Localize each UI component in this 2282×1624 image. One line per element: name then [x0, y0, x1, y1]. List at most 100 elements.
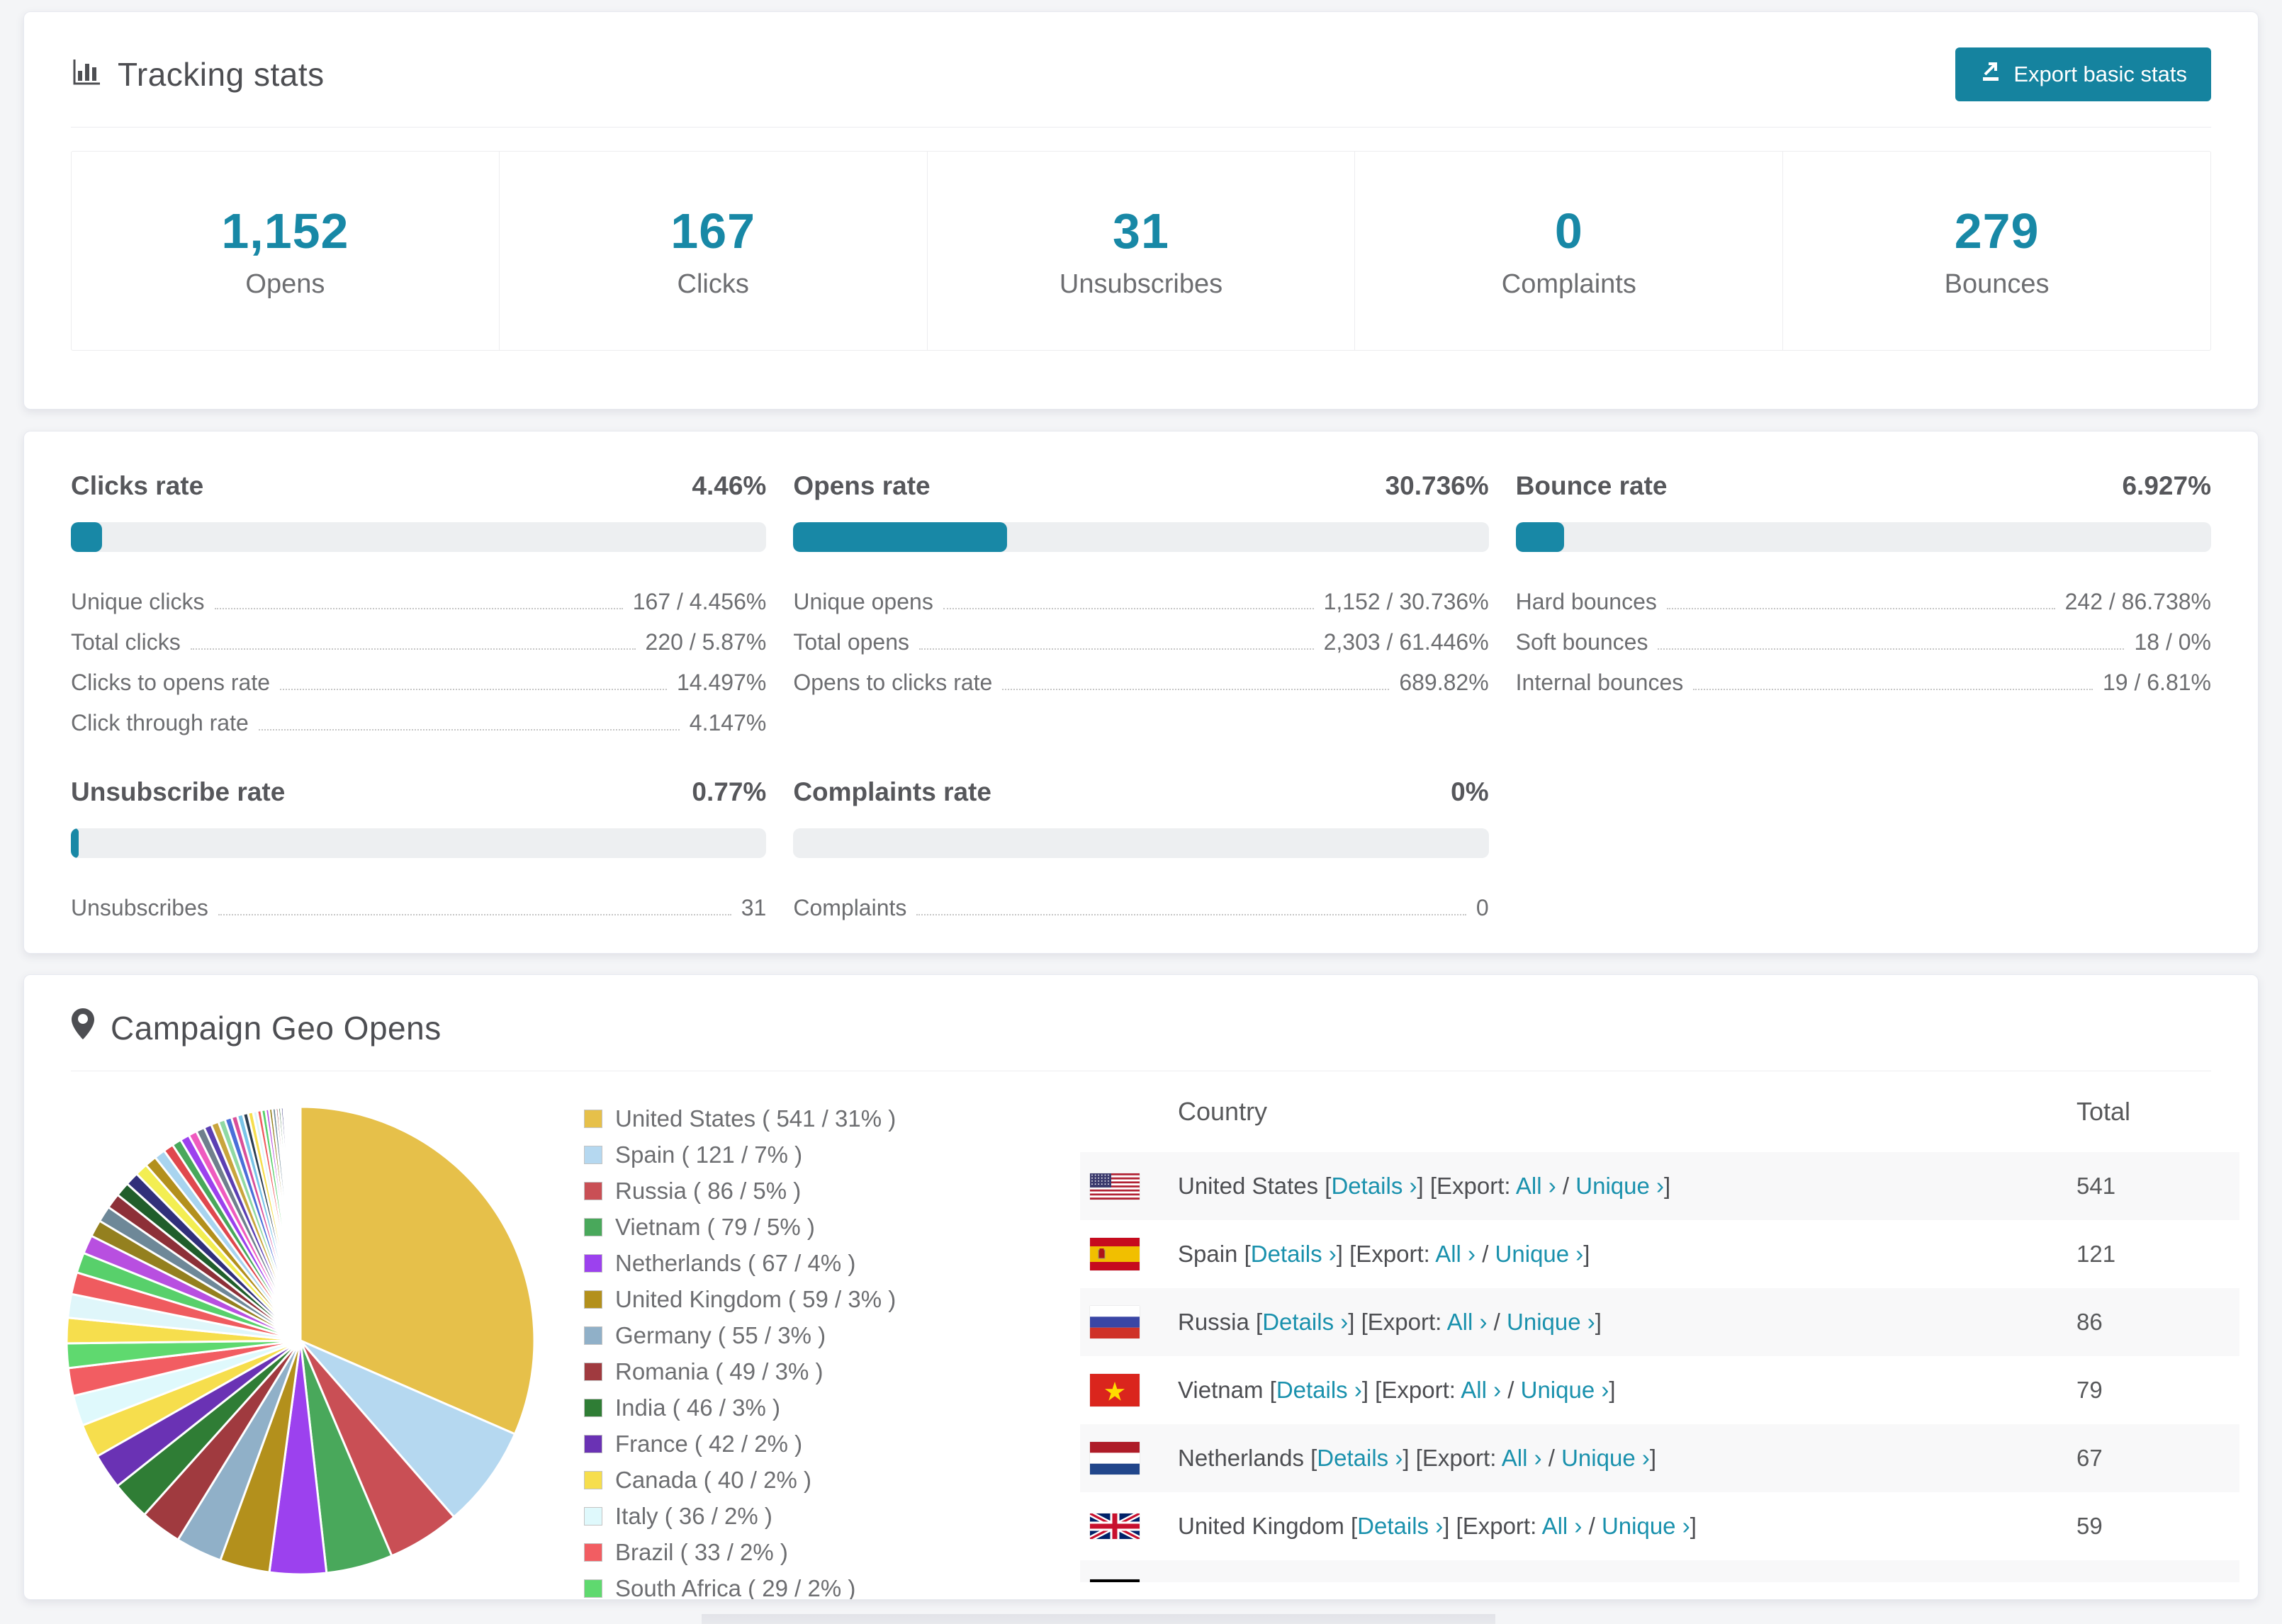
- legend-label: Netherlands ( 67 / 4% ): [615, 1250, 856, 1276]
- stat-label: Opens: [245, 269, 325, 299]
- legend-item-brazil: Brazil ( 33 / 2% ): [584, 1539, 1080, 1566]
- tracking-stats-title-text: Tracking stats: [118, 56, 325, 93]
- details-link[interactable]: Details ›: [1262, 1309, 1348, 1335]
- legend-item-united-states: United States ( 541 / 31% ): [584, 1105, 1080, 1132]
- country-name: United Kingdom: [1178, 1513, 1344, 1539]
- stat-cell-bounces: 279 Bounces: [1783, 152, 2210, 350]
- stat-value: 167: [670, 203, 756, 259]
- details-link[interactable]: Details ›: [1317, 1445, 1403, 1471]
- punctuation: [: [1379, 1581, 1392, 1582]
- legend-item-romania: Romania ( 49 / 3% ): [584, 1358, 1080, 1385]
- map-pin-icon: [71, 1008, 95, 1048]
- details-link[interactable]: Details ›: [1357, 1513, 1443, 1539]
- punctuation: [: [1263, 1377, 1276, 1403]
- export-unique-link[interactable]: Unique ›: [1561, 1445, 1650, 1471]
- rate-title: Complaints rate: [793, 777, 991, 806]
- geo-pie-legend: United States ( 541 / 31% ) Spain ( 121 /…: [584, 1071, 1080, 1599]
- country-name: Germany: [1178, 1581, 1274, 1582]
- dotted-leader: [280, 689, 667, 690]
- country-name: Vietnam: [1178, 1377, 1264, 1403]
- rate-progress-bar: [71, 522, 767, 552]
- nl-flag-icon: [1080, 1442, 1154, 1474]
- punctuation: [: [1449, 1513, 1463, 1539]
- punctuation: ]: [1443, 1513, 1450, 1539]
- export-unique-link[interactable]: Unique ›: [1575, 1173, 1664, 1199]
- export-unique-link[interactable]: Unique ›: [1531, 1581, 1620, 1582]
- punctuation: [: [1368, 1377, 1382, 1403]
- legend-label: United Kingdom ( 59 / 3% ): [615, 1286, 896, 1312]
- legend-label: Romania ( 49 / 3% ): [615, 1358, 824, 1385]
- rate-progress-fill: [71, 828, 79, 858]
- stat-cell-clicks: 167 Clicks: [500, 152, 928, 350]
- rate-progress-bar: [1515, 522, 2211, 552]
- legend-item-france: France ( 42 / 2% ): [584, 1431, 1080, 1457]
- export-all-link[interactable]: All ›: [1502, 1445, 1542, 1471]
- dotted-leader: [1002, 689, 1390, 690]
- rate-section-unsubscribe-rate: Unsubscribe rate 0.77% Unsubscribes 31: [71, 738, 767, 923]
- geo-country-cell: Netherlands [Details ›] [Export: All › /…: [1154, 1445, 2076, 1472]
- geo-table-header-total: Total: [2076, 1097, 2131, 1126]
- details-link[interactable]: Details ›: [1276, 1377, 1362, 1403]
- rate-detail-label: Unique opens: [793, 589, 933, 614]
- rate-title: Clicks rate: [71, 471, 204, 500]
- vn-flag-icon: [1080, 1374, 1154, 1406]
- dotted-leader: [1666, 608, 2055, 609]
- export-all-link[interactable]: All ›: [1461, 1377, 1501, 1403]
- geo-country-cell: United Kingdom [Details ›] [Export: All …: [1154, 1513, 2076, 1540]
- export-all-link[interactable]: All ›: [1472, 1581, 1512, 1582]
- geo-total-cell: 55: [2076, 1581, 2239, 1582]
- export-all-link[interactable]: All ›: [1516, 1173, 1556, 1199]
- campaign-geo-opens-card: Campaign Geo Opens United States ( 541 /…: [23, 974, 2259, 1600]
- rate-progress-fill: [1515, 522, 1564, 552]
- rate-detail-row: Total opens 2,303 / 61.446%: [793, 616, 1488, 657]
- dotted-leader: [218, 914, 731, 915]
- stats-summary-box: 1,152 Opens 167 Clicks 31 Unsubscribes 0 Compla…: [71, 151, 2211, 351]
- legend-swatch: [584, 1146, 602, 1164]
- rates-grid: Clicks rate 4.46% Unique clicks 167 / 4.456…: [24, 432, 2258, 923]
- export-unique-link[interactable]: Unique ›: [1495, 1241, 1584, 1267]
- punctuation: ]: [1336, 1241, 1343, 1267]
- rate-detail-label: Soft bounces: [1515, 629, 1648, 655]
- export-basic-stats-button[interactable]: Export basic stats: [1955, 47, 2211, 101]
- export-all-link[interactable]: All ›: [1447, 1309, 1488, 1335]
- legend-item-italy: Italy ( 36 / 2% ): [584, 1503, 1080, 1530]
- geo-total-cell: 79: [2076, 1377, 2103, 1403]
- legend-label: France ( 42 / 2% ): [615, 1431, 803, 1457]
- dotted-leader: [919, 648, 1314, 650]
- legend-swatch: [584, 1326, 602, 1345]
- export-unique-link[interactable]: Unique ›: [1507, 1309, 1595, 1335]
- rate-detail-value: 19 / 6.81%: [2102, 670, 2211, 695]
- rate-detail-row: Soft bounces 18 / 0%: [1516, 616, 2211, 657]
- geo-pie-chart: [24, 1071, 584, 1592]
- rate-value: 6.927%: [2122, 471, 2211, 500]
- legend-swatch: [584, 1543, 602, 1562]
- details-link[interactable]: Details ›: [1251, 1241, 1337, 1267]
- export-unique-link[interactable]: Unique ›: [1602, 1513, 1690, 1539]
- punctuation: [: [1249, 1309, 1263, 1335]
- rate-section-bounce-rate: Bounce rate 6.927% Hard bounces 242 / 86.73…: [1515, 432, 2211, 738]
- export-all-link[interactable]: All ›: [1542, 1513, 1583, 1539]
- punctuation: [: [1237, 1241, 1251, 1267]
- stat-value: 279: [1954, 203, 2040, 259]
- rate-detail-row: Internal bounces 19 / 6.81%: [1516, 657, 2211, 697]
- export-unique-link[interactable]: Unique ›: [1521, 1377, 1609, 1403]
- details-link[interactable]: Details ›: [1287, 1581, 1373, 1582]
- rate-detail-value: 0: [1476, 895, 1489, 920]
- details-link[interactable]: Details ›: [1331, 1173, 1417, 1199]
- geo-table-row-russia: Russia [Details ›] [Export: All › / Uniq…: [1080, 1288, 2239, 1356]
- stat-cell-unsubscribes: 31 Unsubscribes: [928, 152, 1356, 350]
- legend-item-netherlands: Netherlands ( 67 / 4% ): [584, 1250, 1080, 1277]
- legend-swatch: [584, 1471, 602, 1489]
- export-all-link[interactable]: All ›: [1435, 1241, 1476, 1267]
- tracking-stats-card: Tracking stats Export basic stats 1,152 O…: [23, 11, 2259, 410]
- geo-table-header-row: Country Total: [1080, 1071, 2239, 1152]
- gb-flag-icon: [1080, 1513, 1154, 1539]
- punctuation: [: [1354, 1309, 1368, 1335]
- punctuation: [: [1303, 1445, 1317, 1471]
- rate-detail-label: Unique clicks: [71, 589, 205, 614]
- legend-item-united-kingdom: United Kingdom ( 59 / 3% ): [584, 1286, 1080, 1313]
- rate-detail-label: Click through rate: [71, 710, 249, 735]
- legend-swatch: [584, 1290, 602, 1309]
- rate-title: Bounce rate: [1515, 471, 1668, 500]
- punctuation: Export:: [1437, 1173, 1516, 1199]
